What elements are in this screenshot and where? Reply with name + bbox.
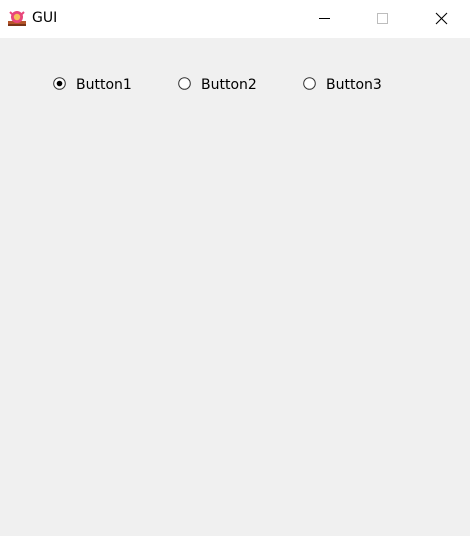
radio-unchecked-icon: [303, 77, 316, 90]
maximize-button[interactable]: [359, 0, 405, 38]
window-title: GUI: [32, 10, 58, 26]
minimize-button[interactable]: [301, 0, 347, 38]
radio-checked-icon: [53, 77, 66, 90]
radio-unchecked-icon: [178, 77, 191, 90]
close-button[interactable]: [418, 0, 464, 38]
radio-button-2[interactable]: Button2: [178, 76, 268, 94]
app-window: GUI Button1 Button2 Button3: [0, 0, 470, 536]
maximize-icon: [377, 13, 388, 24]
radio-button-1[interactable]: Button1: [53, 76, 143, 94]
radio-label-3: Button3: [326, 77, 382, 93]
radio-label-1: Button1: [76, 77, 132, 93]
radio-button-3[interactable]: Button3: [303, 76, 393, 94]
title-bar[interactable]: GUI: [0, 0, 470, 38]
flame-emblem-icon: [7, 9, 27, 27]
close-icon: [435, 12, 448, 25]
minimize-icon: [319, 18, 330, 19]
client-area: Button1 Button2 Button3: [0, 38, 470, 536]
radio-label-2: Button2: [201, 77, 257, 93]
